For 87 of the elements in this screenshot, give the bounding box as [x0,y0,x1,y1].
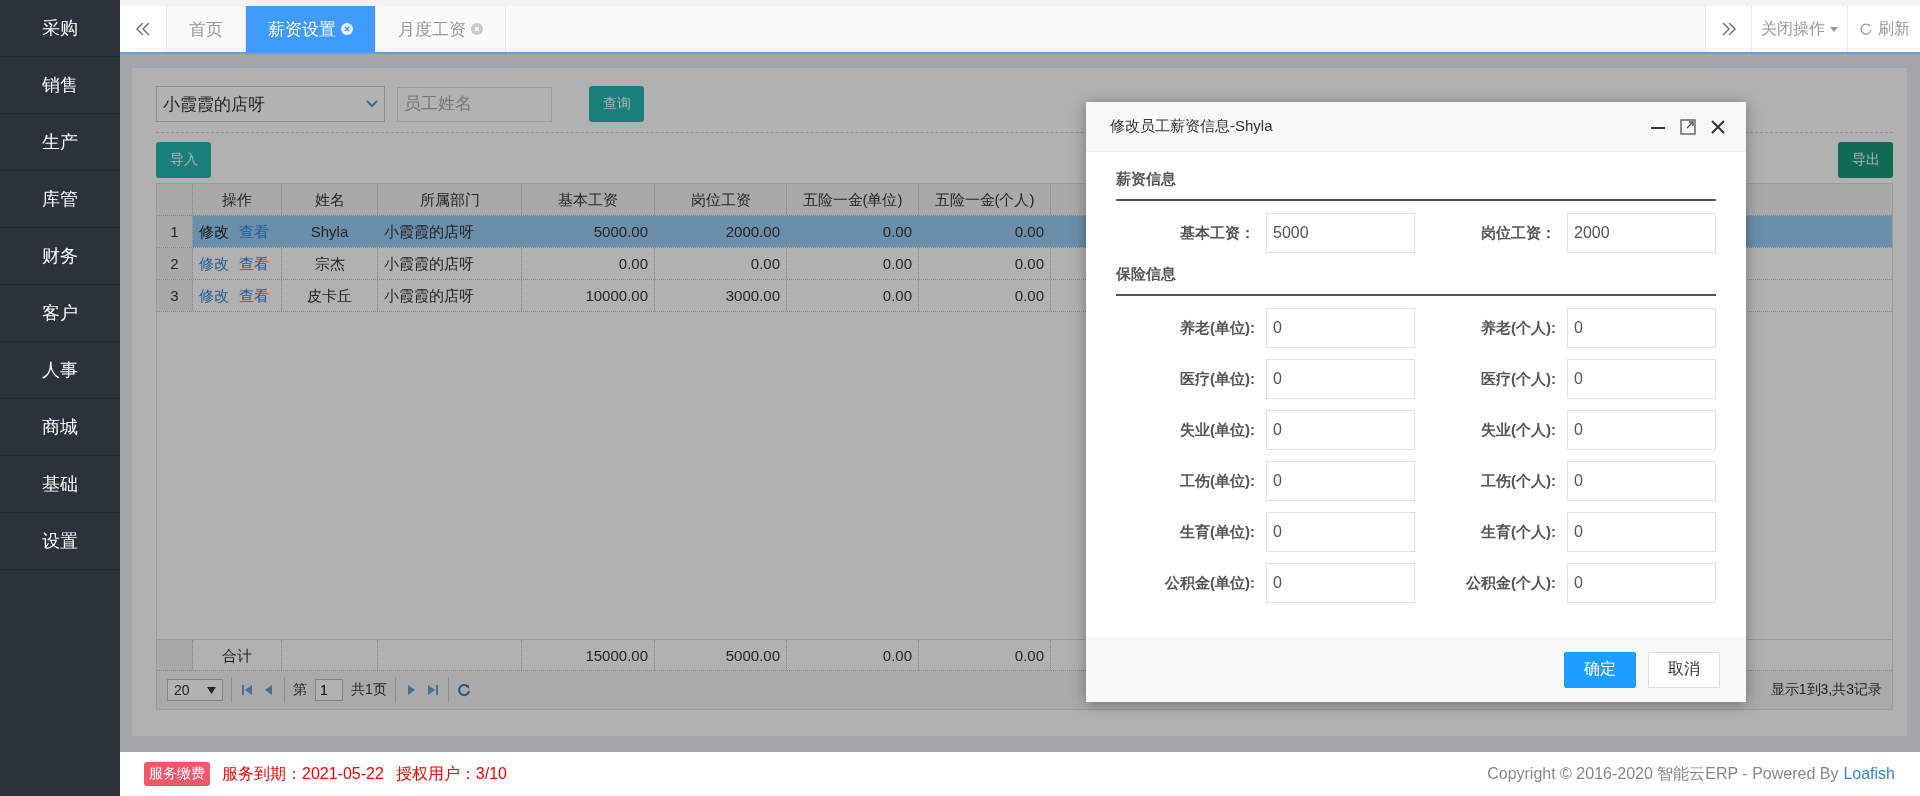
row-number: 3 [157,280,193,311]
collapse-left-icon[interactable] [134,20,152,38]
close-icon[interactable] [1710,118,1726,135]
chevron-down-icon[interactable] [366,100,378,108]
table-cell: 0.00 [787,216,919,247]
field-label: 工伤(个人): [1480,471,1556,491]
page-total: 共1页 [351,681,387,699]
table-cell: 0.00 [919,248,1051,279]
table-cell: 0.00 [522,248,655,279]
input-field[interactable]: 0 [1567,563,1716,603]
field-label: 医疗(个人): [1480,369,1556,389]
input-field[interactable]: 0 [1567,512,1716,552]
field-label: 养老(个人): [1480,318,1556,338]
column-header[interactable]: 姓名 [282,184,378,215]
section-heading: 保险信息 [1116,265,1716,296]
field-label: 生育(个人): [1479,522,1556,542]
scroll-right-icon[interactable] [1719,20,1738,38]
table-cell: 0.00 [655,248,787,279]
table-cell: Shyla [282,216,378,247]
field-label: 公积金(单位): [1163,573,1255,593]
refresh-icon[interactable] [456,683,471,697]
field-label: 工伤(单位): [1179,471,1255,491]
field-label: 医疗(单位): [1179,369,1255,389]
table-cell: 3000.00 [655,280,787,311]
license-users-text: 授权用户：3/10 [395,763,507,784]
field-label: 失业(个人): [1480,420,1556,440]
input-field[interactable]: 0 [1266,512,1415,552]
table-cell: 皮卡丘 [282,280,378,311]
table-cell: 小霞霞的店呀 [378,248,522,279]
field-label: 生育(单位): [1178,522,1255,542]
expiry-text: 服务到期：2021-05-22 [222,763,384,784]
table-cell: 宗杰 [282,248,378,279]
input-field[interactable]: 2000 [1567,213,1716,253]
column-header[interactable]: 岗位工资 [655,184,787,215]
record-info: 显示1到3,共3记录 [1770,681,1882,699]
powered-by-link[interactable]: Loafish [1843,765,1895,783]
summary-label: 合计 [193,640,282,670]
maximize-icon[interactable] [1680,118,1696,135]
action-link[interactable]: 修改 [199,223,229,240]
dialog-title: 修改员工薪资信息-Shyla [1110,117,1274,136]
column-header[interactable]: 所属部门 [378,184,522,215]
input-field[interactable]: 5000 [1266,213,1415,253]
caret-icon[interactable] [207,686,216,694]
field-label: 基本工资： [1179,223,1255,243]
input-field[interactable]: 0 [1567,410,1716,450]
input-field[interactable]: 0 [1567,308,1716,348]
column-header[interactable]: 基本工资 [522,184,655,215]
section-heading: 薪资信息 [1116,170,1716,201]
row-number: 2 [157,248,193,279]
table-cell: 10000.00 [522,280,655,311]
table-cell: 0.00 [919,216,1051,247]
page-label: 第 [293,681,307,699]
column-header[interactable]: 五险一金(单位) [787,184,919,215]
row-number: 1 [157,216,193,247]
table-cell: 小霞霞的店呀 [378,280,522,311]
input-field[interactable]: 0 [1266,308,1415,348]
copyright-text: Copyright © 2016-2020 智能云ERP - Powered By [1487,763,1839,784]
table-cell: 0.00 [919,280,1051,311]
page-size-select[interactable]: 20 [167,679,223,701]
table-cell: 2000.00 [655,216,787,247]
refresh-icon[interactable] [1858,22,1873,36]
column-header[interactable]: 操作 [193,184,282,215]
field-label: 养老(单位): [1179,318,1255,338]
input-field[interactable]: 0 [1266,563,1415,603]
summary-cell: 5000.00 [655,640,787,670]
column-header[interactable]: 五险一金(个人) [919,184,1051,215]
input-field[interactable]: 0 [1266,359,1415,399]
input-field[interactable]: 0 [1266,461,1415,501]
field-label: 公积金(个人): [1464,573,1556,593]
table-cell: 小霞霞的店呀 [378,216,522,247]
name-field[interactable]: 员工姓名 [397,86,552,122]
table-cell: 5000.00 [522,216,655,247]
last-page-icon[interactable] [425,683,440,697]
summary-cell: 15000.00 [522,640,655,670]
input-field[interactable]: 0 [1567,461,1716,501]
first-page-icon[interactable] [240,683,254,697]
store-select[interactable]: 小霞霞的店呀 [156,86,385,122]
table-cell: 0.00 [787,248,919,279]
table-cell: 0.00 [787,280,919,311]
field-label: 失业(单位): [1179,420,1255,440]
summary-cell: 0.00 [919,640,1051,670]
input-field[interactable]: 0 [1567,359,1716,399]
input-field[interactable]: 0 [1266,410,1415,450]
summary-cell: 0.00 [787,640,919,670]
page-field[interactable]: 1 [315,679,343,701]
field-label: 岗位工资： [1480,223,1556,243]
cancel-button[interactable]: 取消 [1648,651,1720,688]
